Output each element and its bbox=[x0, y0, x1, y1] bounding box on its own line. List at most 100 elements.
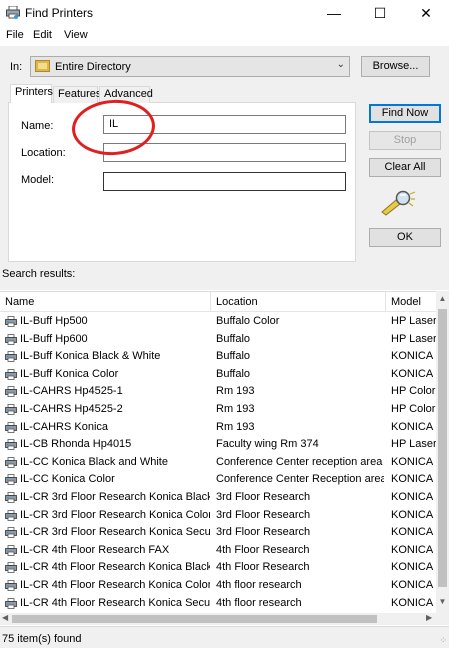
menu-file[interactable]: File bbox=[6, 29, 24, 41]
directory-dropdown[interactable]: Entire Directory ⌄ bbox=[30, 56, 350, 77]
menu-edit[interactable]: Edit bbox=[33, 29, 52, 41]
directory-icon bbox=[35, 60, 50, 72]
printer-icon bbox=[5, 474, 17, 486]
vertical-scrollbar[interactable]: ▲ ▼ bbox=[436, 291, 449, 613]
printer-name: IL-CC Konica Color bbox=[20, 473, 115, 486]
location-label: Location: bbox=[21, 147, 66, 159]
title-bar: Find Printers — ☐ ✕ bbox=[0, 0, 449, 26]
printer-icon bbox=[5, 439, 17, 451]
vertical-scroll-thumb[interactable] bbox=[438, 309, 447, 587]
printer-name: IL-CR 4th Floor Research Konica Color bbox=[20, 579, 210, 591]
table-row[interactable]: IL-CAHRS Konica Rm 193 KONICA N bbox=[0, 419, 436, 437]
table-row[interactable]: IL-CR 4th Floor Research FAX 4th Floor Re… bbox=[0, 542, 436, 560]
column-header-name[interactable]: Name bbox=[0, 292, 211, 312]
ok-button[interactable]: OK bbox=[369, 228, 441, 247]
printer-location: Buffalo bbox=[216, 350, 251, 363]
results-list[interactable]: Name Location Model IL-Buff Hp500 Buffalo… bbox=[0, 291, 449, 625]
printer-name: IL-CC Konica Black and White bbox=[20, 455, 168, 468]
scroll-right-icon[interactable]: ▶ bbox=[426, 613, 432, 622]
table-row[interactable]: IL-Buff Hp500 Buffalo Color HP LaserJ bbox=[0, 313, 436, 331]
printer-location: 3rd Floor Research bbox=[216, 491, 311, 503]
table-row[interactable]: IL-Buff Konica Black & White Buffalo KONIC… bbox=[0, 348, 436, 366]
printer-location: 4th Floor Research bbox=[216, 543, 310, 556]
printer-icon bbox=[5, 509, 17, 521]
list-header: Name Location Model bbox=[0, 292, 436, 312]
printer-location: Conference Center reception area bbox=[216, 455, 383, 468]
printer-model: KONICA N bbox=[391, 579, 436, 591]
printer-location: 4th floor research bbox=[216, 596, 302, 609]
resize-grip-icon[interactable]: ⁘ bbox=[439, 635, 447, 646]
printer-location: Rm 193 bbox=[216, 385, 255, 398]
printer-name: IL-CR 4th Floor Research Konica Black ..… bbox=[20, 561, 210, 574]
tab-printers[interactable]: Printers bbox=[10, 84, 53, 103]
table-row[interactable]: IL-CR 3rd Floor Research Konica Secure..… bbox=[0, 524, 436, 542]
printer-icon bbox=[5, 562, 17, 574]
scroll-down-icon[interactable]: ▼ bbox=[436, 597, 449, 606]
name-label: Name: bbox=[21, 120, 54, 132]
clear-all-button[interactable]: Clear All bbox=[369, 158, 441, 177]
browse-button[interactable]: Browse... bbox=[361, 56, 430, 77]
printer-name: IL-CAHRS Hp4525-2 bbox=[20, 403, 123, 415]
printer-icon bbox=[5, 421, 17, 433]
horizontal-scroll-thumb[interactable] bbox=[12, 615, 377, 623]
table-row[interactable]: IL-CR 3rd Floor Research Konica Color 3rd… bbox=[0, 507, 436, 525]
menu-bar: File Edit View bbox=[0, 27, 449, 45]
table-row[interactable]: IL-CC Konica Color Conference Center Rece… bbox=[0, 471, 436, 489]
printer-icon bbox=[5, 316, 17, 327]
printer-name: IL-CAHRS Hp4525-1 bbox=[20, 385, 123, 398]
scroll-left-icon[interactable]: ◀ bbox=[2, 613, 8, 622]
table-row[interactable]: IL-CR 4th Floor Research Konica Color 4th… bbox=[0, 577, 436, 595]
printer-model: KONICA N bbox=[391, 367, 436, 380]
printer-icon bbox=[5, 351, 17, 363]
printer-icon bbox=[5, 404, 17, 415]
printer-name: IL-CR 4th Floor Research FAX bbox=[20, 543, 170, 556]
printer-name: IL-CR 3rd Floor Research Konica Secure..… bbox=[20, 526, 210, 539]
model-input[interactable] bbox=[103, 172, 346, 191]
printer-model: KONICA N bbox=[391, 420, 436, 433]
column-header-location[interactable]: Location bbox=[211, 292, 386, 312]
table-row[interactable]: IL-CC Konica Black and White Conference C… bbox=[0, 454, 436, 472]
in-label: In: bbox=[10, 61, 23, 73]
scroll-up-icon[interactable]: ▲ bbox=[436, 294, 449, 303]
find-now-button[interactable]: Find Now bbox=[369, 104, 441, 123]
printer-name: IL-CR 4th Floor Research Konica Secure..… bbox=[20, 596, 210, 609]
table-row[interactable]: IL-CR 4th Floor Research Konica Secure..… bbox=[0, 595, 436, 613]
printer-icon bbox=[5, 597, 17, 609]
table-row[interactable]: IL-Buff Konica Color Buffalo KONICA N bbox=[0, 366, 436, 384]
tab-features[interactable]: Features bbox=[53, 86, 101, 103]
table-row[interactable]: IL-CB Rhonda Hp4015 Faculty wing Rm 374 HP… bbox=[0, 436, 436, 454]
printer-name: IL-CAHRS Konica bbox=[20, 420, 109, 433]
chevron-down-icon[interactable]: ⌄ bbox=[337, 59, 345, 70]
table-row[interactable]: IL-CR 4th Floor Research Konica Black ..… bbox=[0, 559, 436, 577]
menu-view[interactable]: View bbox=[64, 29, 88, 41]
magnifier-flashlight-icon bbox=[381, 190, 416, 216]
stop-button[interactable]: Stop bbox=[369, 131, 441, 150]
printer-icon bbox=[5, 368, 17, 380]
printer-model: KONICA N bbox=[391, 543, 436, 556]
printer-model: KONICA N bbox=[391, 473, 436, 486]
table-row[interactable]: IL-Buff Hp600 Buffalo HP LaserJ bbox=[0, 331, 436, 349]
minimize-button[interactable]: — bbox=[311, 0, 357, 26]
horizontal-scrollbar[interactable]: ◀ ▶ bbox=[0, 613, 436, 625]
printer-model: KONICA N bbox=[391, 455, 436, 468]
printer-icon bbox=[5, 333, 17, 345]
column-header-model[interactable]: Model bbox=[386, 292, 436, 312]
printer-icon bbox=[5, 580, 17, 591]
printer-model: HP Color bbox=[391, 403, 436, 415]
table-row[interactable]: IL-CR 3rd Floor Research Konica Black ..… bbox=[0, 489, 436, 507]
printer-model: KONICA N bbox=[391, 596, 436, 609]
close-button[interactable]: ✕ bbox=[403, 0, 449, 26]
table-row[interactable]: IL-CAHRS Hp4525-2 Rm 193 HP Color bbox=[0, 401, 436, 419]
printer-icon bbox=[5, 544, 17, 556]
maximize-button[interactable]: ☐ bbox=[357, 0, 403, 26]
printer-name: IL-CR 3rd Floor Research Konica Black ..… bbox=[20, 491, 210, 503]
printer-model: KONICA N bbox=[391, 526, 436, 539]
printer-model: HP LaserJ bbox=[391, 332, 436, 345]
printer-icon bbox=[5, 492, 17, 503]
printer-location: 3rd Floor Research bbox=[216, 508, 311, 521]
window-title: Find Printers bbox=[25, 6, 94, 20]
printer-name: IL-CB Rhonda Hp4015 bbox=[20, 438, 132, 451]
printer-location: Conference Center Reception area bbox=[216, 473, 384, 486]
table-row[interactable]: IL-CAHRS Hp4525-1 Rm 193 HP Color bbox=[0, 383, 436, 401]
printer-location: 3rd Floor Research bbox=[216, 526, 311, 539]
